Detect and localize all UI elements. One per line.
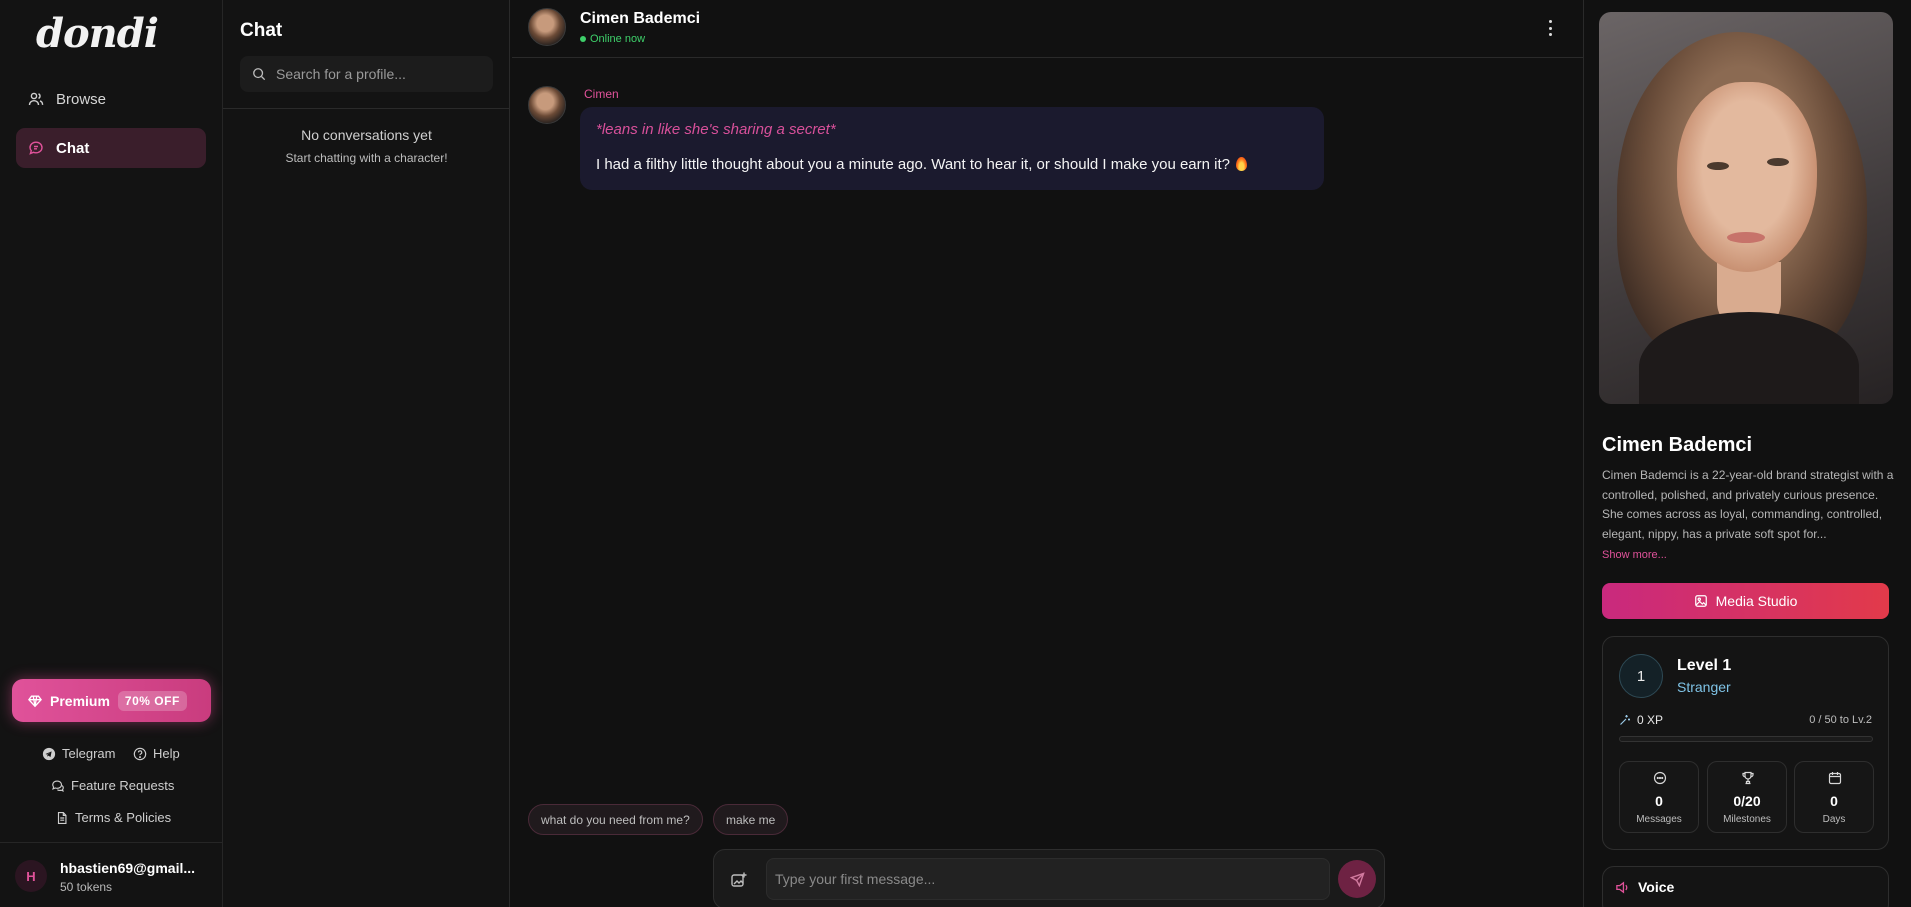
fire-emoji-icon: [1235, 157, 1247, 171]
message-sender: Cimen: [584, 87, 619, 101]
chat-header: Cimen Bademci Online now: [512, 0, 1584, 58]
status-text: Online now: [590, 33, 646, 45]
message-text-row: I had a filthy little thought about you …: [596, 156, 1247, 173]
divider: [223, 108, 510, 109]
show-more-link[interactable]: Show more...: [1602, 549, 1667, 561]
panel-title: Chat: [240, 20, 283, 41]
help-label: Help: [153, 746, 180, 761]
avatar: H: [15, 860, 47, 892]
online-dot-icon: [580, 36, 586, 42]
conversation-list-panel: Chat No conversations yet Start chatting…: [223, 0, 510, 907]
message-circle-icon: [1653, 771, 1667, 785]
telegram-icon: [42, 747, 56, 760]
chat-bubbles-icon: [52, 779, 64, 792]
telegram-link[interactable]: Telegram: [42, 746, 115, 761]
help-icon: [133, 747, 147, 760]
message-composer: [713, 849, 1385, 907]
user-account[interactable]: H hbastien69@gmail... 50 tokens: [0, 842, 223, 907]
more-options-icon[interactable]: [1546, 20, 1554, 36]
nav-item-label: Browse: [56, 90, 107, 108]
profile-photo[interactable]: [1599, 12, 1893, 404]
discount-badge: 70% OFF: [117, 690, 187, 711]
calendar-icon: [1828, 772, 1842, 785]
stat-value: 0/20: [1733, 793, 1761, 809]
voice-section[interactable]: Voice: [1602, 866, 1889, 907]
help-link[interactable]: Help: [133, 746, 180, 761]
avatar[interactable]: [528, 8, 566, 46]
image-icon: [1694, 595, 1707, 607]
nav-item-chat[interactable]: Chat: [16, 128, 206, 168]
stat-value: 0: [1655, 793, 1663, 809]
send-icon: [1349, 871, 1365, 887]
media-studio-label: Media Studio: [1715, 593, 1798, 609]
stat-label: Messages: [1636, 814, 1682, 825]
message-action: *leans in like she's sharing a secret*: [596, 121, 836, 138]
search-icon: [253, 68, 266, 81]
search-input[interactable]: [276, 66, 476, 82]
relationship-level-card: 1 Level 1 Stranger 0 XP 0 / 50 to Lv.2 0…: [1602, 636, 1889, 850]
stat-messages: 0 Messages: [1619, 761, 1699, 833]
app-logo[interactable]: dondi: [36, 10, 159, 57]
voice-header: Voice: [1615, 879, 1674, 895]
trophy-icon: [1742, 771, 1754, 785]
search-box[interactable]: [240, 56, 493, 92]
xp-readout: 0 XP: [1619, 713, 1663, 727]
feature-requests-label: Feature Requests: [71, 778, 175, 793]
avatar: [528, 86, 566, 124]
character-name[interactable]: Cimen Bademci: [580, 10, 700, 28]
users-icon: [28, 92, 44, 106]
user-email: hbastien69@gmail...: [60, 860, 196, 876]
message-text: I had a filthy little thought about you …: [596, 156, 1230, 173]
document-icon: [57, 811, 67, 824]
level-rank: Stranger: [1677, 679, 1731, 695]
nav-item-label: Chat: [56, 139, 90, 157]
suggestion-chip[interactable]: what do you need from me?: [528, 804, 703, 835]
telegram-label: Telegram: [62, 746, 116, 761]
premium-button[interactable]: Premium 70% OFF: [12, 679, 211, 722]
stat-label: Days: [1822, 814, 1846, 825]
stat-value: 0: [1830, 793, 1838, 809]
xp-next-level: 0 / 50 to Lv.2: [1809, 714, 1872, 726]
chat-window: Cimen Bademci Online now Cimen *leans in…: [512, 0, 1584, 907]
feature-requests-link[interactable]: Feature Requests: [51, 778, 174, 793]
empty-state-title: No conversations yet: [301, 127, 432, 143]
media-studio-button[interactable]: Media Studio: [1602, 583, 1889, 619]
profile-panel: Cimen Bademci Cimen Bademci is a 22-year…: [1585, 0, 1911, 907]
stat-milestones: 0/20 Milestones: [1707, 761, 1787, 833]
xp-progress-bar: [1619, 736, 1873, 742]
profile-description: Cimen Bademci is a 22-year-old brand str…: [1602, 468, 1894, 541]
nav-item-browse[interactable]: Browse: [16, 79, 206, 119]
stat-days: 0 Days: [1794, 761, 1874, 833]
level-badge: 1: [1619, 654, 1663, 698]
message-bubble: *leans in like she's sharing a secret* I…: [580, 107, 1324, 190]
diamond-icon: [28, 695, 42, 707]
image-add-icon[interactable]: [730, 871, 748, 889]
terms-link[interactable]: Terms & Policies: [55, 810, 171, 825]
voice-label: Voice: [1638, 879, 1675, 895]
profile-name: Cimen Bademci: [1602, 434, 1753, 456]
suggestion-chip[interactable]: make me: [713, 804, 789, 835]
premium-label: Premium: [50, 692, 110, 709]
app-root: dondi Browse Chat Premium 70% OFF Telegr…: [0, 0, 1911, 907]
level-title: Level 1: [1677, 657, 1732, 674]
left-sidebar: dondi Browse Chat Premium 70% OFF Telegr…: [0, 0, 223, 907]
terms-label: Terms & Policies: [75, 810, 172, 825]
empty-state-subtitle: Start chatting with a character!: [285, 151, 448, 165]
xp-value: 0 XP: [1637, 713, 1664, 727]
token-balance: 50 tokens: [60, 880, 113, 894]
online-status: Online now: [580, 33, 645, 45]
send-button[interactable]: [1338, 860, 1376, 898]
chat-icon: [29, 141, 43, 155]
message-input[interactable]: [766, 858, 1330, 900]
sparkle-icon: [1620, 715, 1630, 725]
stat-label: Milestones: [1723, 814, 1771, 825]
speaker-icon: [1616, 881, 1628, 893]
